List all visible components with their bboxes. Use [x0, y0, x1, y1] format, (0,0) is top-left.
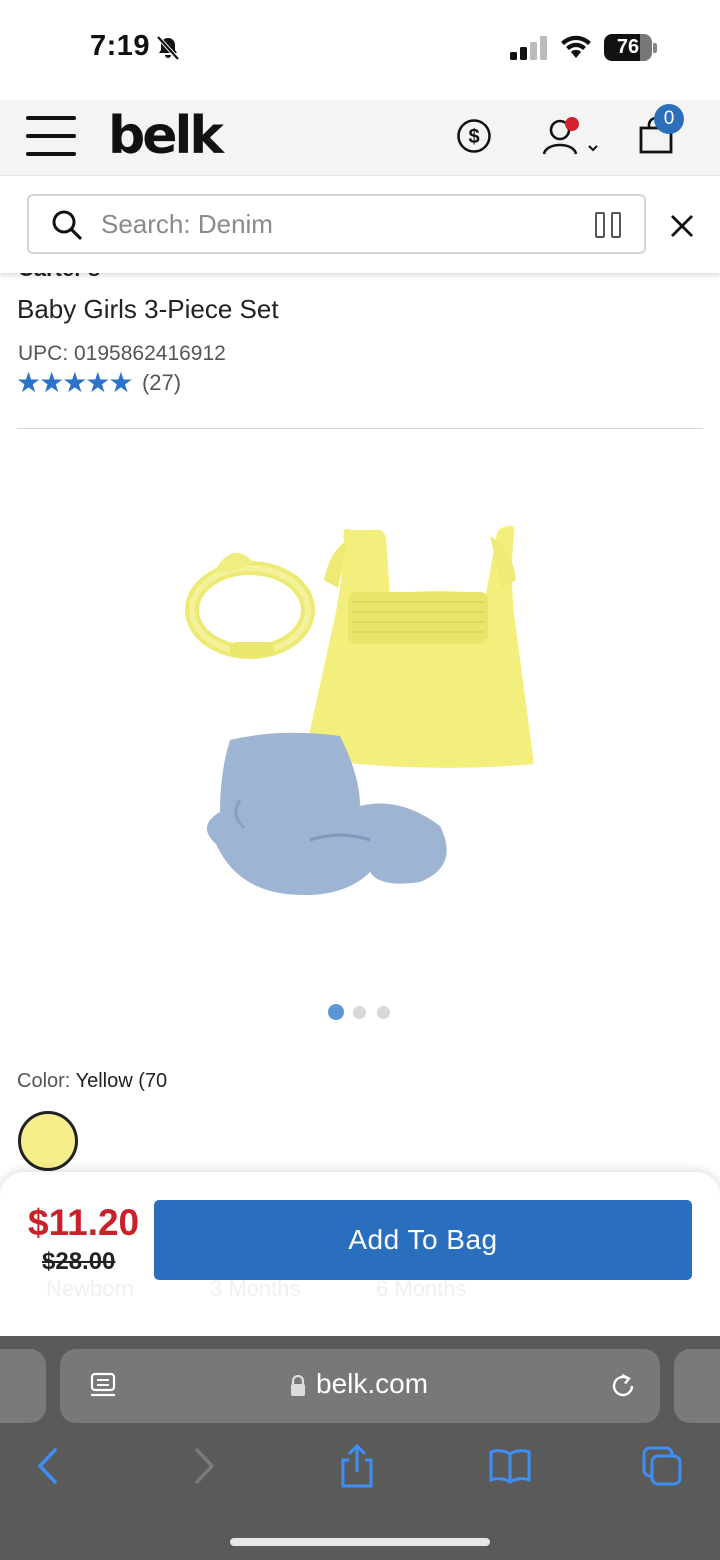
carousel-dot[interactable]	[353, 1006, 366, 1019]
color-swatch-yellow[interactable]	[18, 1111, 78, 1171]
rating-stars: ★★★★★	[16, 367, 134, 398]
carousel-dot[interactable]	[328, 1004, 344, 1020]
color-label: Color:	[17, 1070, 71, 1092]
barcode-scan-icon[interactable]	[595, 212, 623, 238]
back-icon[interactable]	[26, 1444, 70, 1488]
previous-tab-preview[interactable]	[0, 1349, 46, 1423]
product-title: Baby Girls 3-Piece Set	[17, 294, 279, 324]
product-image[interactable]	[160, 500, 580, 940]
battery-percent: 76	[616, 36, 640, 58]
search-area	[0, 177, 720, 273]
cellular-signal-icon	[510, 36, 547, 60]
close-icon[interactable]	[664, 208, 700, 244]
carousel-dot[interactable]	[377, 1006, 390, 1019]
hamburger-menu-icon[interactable]	[26, 114, 78, 160]
search-box[interactable]	[27, 194, 646, 254]
size-option-newborn[interactable]: Newborn	[46, 1276, 134, 1302]
account-icon[interactable]	[540, 116, 602, 158]
tabs-icon[interactable]	[640, 1444, 684, 1488]
svg-text:$: $	[468, 126, 479, 148]
address-bar[interactable]: belk.com	[60, 1349, 660, 1423]
color-selection: Color: Yellow (70	[17, 1070, 167, 1093]
bag-count-badge[interactable]: 0	[654, 104, 684, 134]
divider	[17, 428, 703, 429]
color-value: Yellow (70	[75, 1070, 168, 1092]
next-tab-preview[interactable]	[674, 1349, 720, 1423]
product-rating[interactable]: ★★★★★ (27)	[16, 366, 181, 398]
brand-logo[interactable]: belk	[108, 106, 224, 166]
original-price: $28.00	[42, 1248, 116, 1275]
dollar-circle-icon[interactable]: $	[456, 118, 492, 154]
share-icon[interactable]	[335, 1444, 379, 1488]
battery-indicator: 76	[604, 34, 657, 61]
browser-nav-row	[0, 1444, 720, 1494]
home-indicator	[230, 1538, 490, 1546]
browser-toolbar: belk.com	[0, 1336, 720, 1560]
search-input[interactable]	[101, 204, 571, 244]
bell-muted-icon	[156, 35, 180, 61]
url-text: belk.com	[316, 1368, 429, 1399]
sale-price: $11.20	[28, 1202, 140, 1243]
site-header: belk $	[0, 100, 720, 176]
image-carousel-dots[interactable]	[328, 1004, 392, 1020]
wifi-icon	[561, 35, 591, 58]
status-time: 7:19	[90, 30, 151, 62]
add-to-bag-button[interactable]: Add To Bag	[154, 1200, 692, 1280]
review-count: (27)	[141, 369, 182, 395]
sticky-purchase-bar: Newborn 3 Months 6 Months $11.20 $28.00 …	[0, 1172, 720, 1336]
search-icon	[52, 210, 82, 240]
status-bar: 7:19 76	[0, 0, 720, 100]
bookmarks-icon[interactable]	[488, 1444, 532, 1488]
reload-icon[interactable]	[608, 1371, 638, 1401]
forward-icon[interactable]	[182, 1444, 226, 1488]
product-upc: UPC: 0195862416912	[18, 342, 226, 365]
page-menu-icon[interactable]	[88, 1371, 118, 1401]
lock-icon	[291, 1375, 305, 1396]
